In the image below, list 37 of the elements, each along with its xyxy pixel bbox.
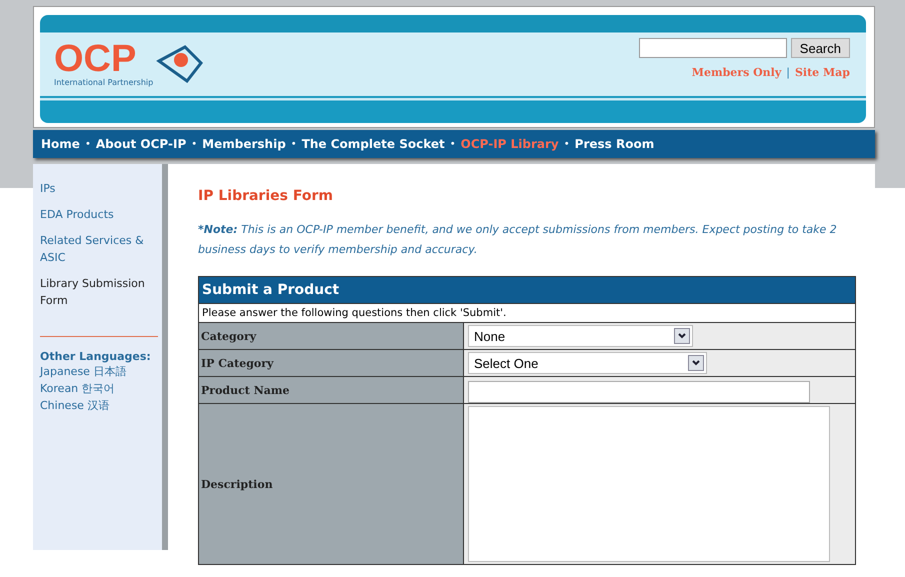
nav-separator: • <box>84 138 91 150</box>
sidebar-link[interactable]: IPs <box>40 180 160 197</box>
chevron-down-icon <box>688 355 704 371</box>
nav-link[interactable]: Home <box>41 137 80 151</box>
nav-separator: • <box>191 138 198 150</box>
field-label: Category <box>199 323 464 349</box>
logo-subtitle: International Partnership <box>54 78 154 86</box>
sidebar-link[interactable]: Related Services & ASIC <box>40 232 160 266</box>
form-title: Submit a Product <box>199 277 855 303</box>
nav-separator: • <box>450 138 456 150</box>
note-text: *Note: This is an OCP-IP member benefit, and we only accept submissions from members. Expect posting to take 2 business days to verify membership and accuracy. <box>198 222 838 258</box>
field-label: IP Category <box>199 350 464 376</box>
nav-separator: • <box>290 138 297 150</box>
form-instructions: Please answer the following questions then click 'Submit'. <box>199 303 855 322</box>
link-separator: | <box>786 66 790 79</box>
nav-separator: • <box>564 138 570 150</box>
logo-icon <box>155 43 206 83</box>
chevron-down-icon <box>674 328 690 344</box>
search-button[interactable]: Search <box>790 38 850 58</box>
nav-link[interactable]: Press Room <box>574 137 654 151</box>
languages-heading: Other Languages: <box>40 350 152 363</box>
sidebar-link[interactable]: EDA Products <box>40 206 160 223</box>
search-field[interactable] <box>638 38 787 58</box>
logo-text: OCP <box>54 40 136 78</box>
input-field[interactable] <box>468 381 810 403</box>
language-link[interactable]: Korean 한국어 <box>40 380 160 397</box>
field-label: Product Name <box>199 377 464 403</box>
field-label: Description <box>199 404 464 564</box>
sidebar-link[interactable]: Library Submission Form <box>40 275 160 309</box>
language-link[interactable]: Japanese 日本語 <box>40 363 160 380</box>
nav-link[interactable]: About OCP-IP <box>96 137 186 151</box>
select-field[interactable]: None <box>468 325 693 347</box>
select-field[interactable]: Select One <box>468 352 707 374</box>
page-title: IP Libraries Form <box>198 188 334 204</box>
nav-link[interactable]: The Complete Socket <box>302 137 445 151</box>
nav-link[interactable]: Membership <box>202 137 286 151</box>
language-link[interactable]: Chinese 汉语 <box>40 397 160 414</box>
